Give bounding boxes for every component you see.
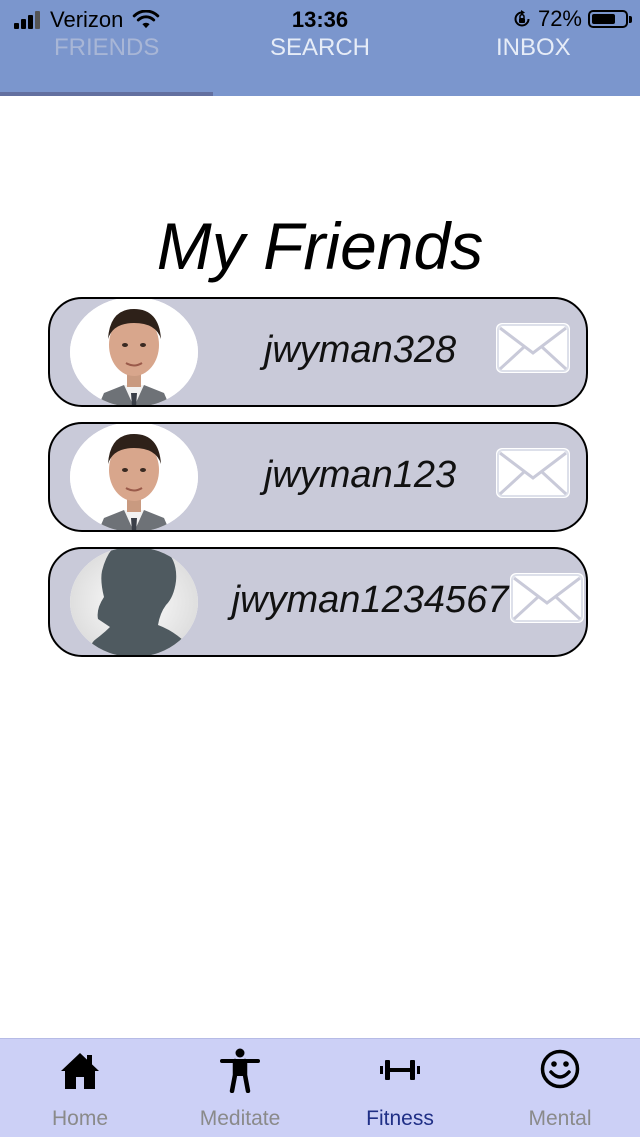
- dumbbell-icon: [379, 1047, 421, 1093]
- message-button[interactable]: [496, 323, 570, 373]
- tab-friends[interactable]: FRIENDS: [0, 34, 213, 96]
- silhouette-icon: [70, 549, 198, 655]
- nav-item-home[interactable]: Home: [0, 1039, 160, 1137]
- active-tab-indicator: [0, 92, 213, 96]
- lock-rotation-icon: [514, 10, 530, 27]
- friend-username[interactable]: jwyman123: [210, 454, 510, 497]
- nav-label: Fitness: [366, 1107, 434, 1130]
- smiley-icon: [539, 1047, 581, 1093]
- tab-search[interactable]: SEARCH: [213, 34, 426, 96]
- friend-card[interactable]: jwyman123: [48, 422, 588, 532]
- battery-percent: 72%: [537, 6, 582, 31]
- nav-label: Meditate: [199, 1107, 281, 1130]
- message-button[interactable]: [496, 448, 570, 498]
- bottom-nav: Home Meditate Fitness Mental: [0, 1038, 640, 1137]
- nav-label: Home: [51, 1107, 109, 1130]
- person-photo-icon: [70, 299, 198, 405]
- mail-icon: [511, 574, 583, 622]
- mail-icon: [497, 449, 569, 497]
- friend-card[interactable]: jwyman1234567: [48, 547, 588, 657]
- page-title: My Friends: [156, 209, 484, 283]
- friend-avatar[interactable]: [70, 549, 198, 655]
- home-icon: [59, 1047, 101, 1093]
- friend-username[interactable]: jwyman1234567: [180, 579, 560, 622]
- nav-item-fitness[interactable]: Fitness: [320, 1039, 480, 1137]
- friend-avatar[interactable]: [70, 424, 198, 530]
- top-header: Verizon 13:36 72% FRIENDS SEARCH INBOX: [0, 0, 640, 96]
- friend-avatar[interactable]: [70, 299, 198, 405]
- top-tabs: FRIENDS SEARCH INBOX: [0, 34, 640, 96]
- status-right: 72%: [512, 6, 632, 32]
- battery-icon: [588, 10, 632, 28]
- person-photo-icon: [70, 424, 198, 530]
- friend-username[interactable]: jwyman328: [210, 329, 510, 372]
- battery-fill: [592, 14, 616, 24]
- nav-item-mental[interactable]: Mental: [480, 1039, 640, 1137]
- tab-inbox[interactable]: INBOX: [427, 34, 640, 96]
- person-stretch-icon: [219, 1047, 261, 1093]
- friend-card[interactable]: jwyman328: [48, 297, 588, 407]
- message-button[interactable]: [510, 573, 584, 623]
- nav-label: Mental: [528, 1107, 592, 1130]
- nav-item-meditate[interactable]: Meditate: [160, 1039, 320, 1137]
- mail-icon: [497, 324, 569, 372]
